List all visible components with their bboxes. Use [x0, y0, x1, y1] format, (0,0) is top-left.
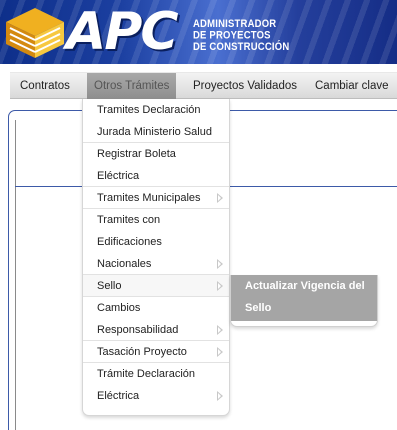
- dropdown-item-registrar-boleta[interactable]: Registrar Boleta: [83, 143, 229, 165]
- menu-item-cambiar-clave[interactable]: Cambiar clave: [315, 73, 389, 99]
- dropdown-item-cambios-responsabilidad-line2[interactable]: Responsabilidad: [83, 319, 229, 341]
- dropdown-item-label: Nacionales: [97, 258, 152, 270]
- logo-subtitle-line: DE CONSTRUCCIÓN: [193, 40, 290, 54]
- dropdown-item-label: Eléctrica: [97, 390, 140, 402]
- sello-submenu: Actualizar Vigencia del Sello: [230, 275, 378, 327]
- dropdown-item-tramites-edificaciones-line2[interactable]: Edificaciones: [83, 231, 229, 253]
- dropdown-item-tasacion-proyecto[interactable]: Tasación Proyecto: [83, 341, 229, 363]
- dropdown-item-label: Responsabilidad: [97, 324, 179, 336]
- dropdown-item-label: Tasación Proyecto: [97, 346, 187, 358]
- dropdown-item-declaracion-salud-line2[interactable]: Jurada Ministerio Salud: [83, 121, 229, 143]
- dropdown-item-label: Sello: [97, 280, 122, 292]
- chevron-right-icon: [217, 391, 223, 401]
- dropdown-item-label: Tramites Municipales: [97, 192, 201, 204]
- logo-subtitle: ADMINISTRADOR DE PROYECTOS DE CONSTRUCCI…: [193, 18, 303, 54]
- chevron-right-icon: [217, 347, 223, 357]
- main-menu-bar: Contratos Otros Trámites Proyectos Valid…: [10, 72, 397, 99]
- submenu-item-label-line2[interactable]: Sello: [245, 297, 375, 319]
- chevron-right-icon: [217, 259, 223, 269]
- dropdown-item-tramite-declaracion-electrica-line2[interactable]: Eléctrica: [83, 385, 229, 407]
- menu-item-contratos[interactable]: Contratos: [20, 73, 70, 99]
- otros-tramites-dropdown: Tramites Declaración Jurada Ministerio S…: [82, 99, 230, 416]
- dropdown-item-tramites-municipales[interactable]: Tramites Municipales: [83, 187, 229, 209]
- dropdown-item-registrar-boleta-line2[interactable]: Eléctrica: [83, 165, 229, 187]
- chevron-right-icon: [217, 281, 223, 291]
- header-banner: APC ADMINISTRADOR DE PROYECTOS DE CONSTR…: [0, 0, 397, 64]
- content-frame-inner: [15, 120, 16, 430]
- dropdown-item-tramites-edificaciones-line3[interactable]: Nacionales: [83, 253, 229, 275]
- chevron-right-icon: [217, 325, 223, 335]
- dropdown-item-cambios-responsabilidad[interactable]: Cambios: [83, 297, 229, 319]
- content-frame-left: [8, 120, 9, 430]
- chevron-right-icon: [217, 193, 223, 203]
- menu-item-proyectos-validados[interactable]: Proyectos Validados: [193, 73, 297, 99]
- submenu-item-label[interactable]: Actualizar Vigencia del: [245, 275, 375, 297]
- apc-logo-icon: [6, 8, 64, 58]
- dropdown-item-declaracion-salud[interactable]: Tramites Declaración: [83, 99, 229, 121]
- dropdown-item-tramite-declaracion-electrica[interactable]: Trámite Declaración: [83, 363, 229, 385]
- menu-item-otros-tramites[interactable]: Otros Trámites: [87, 73, 177, 99]
- dropdown-item-sello[interactable]: Sello: [83, 275, 229, 297]
- dropdown-item-tramites-edificaciones[interactable]: Tramites con: [83, 209, 229, 231]
- logo-text: APC: [66, 2, 179, 62]
